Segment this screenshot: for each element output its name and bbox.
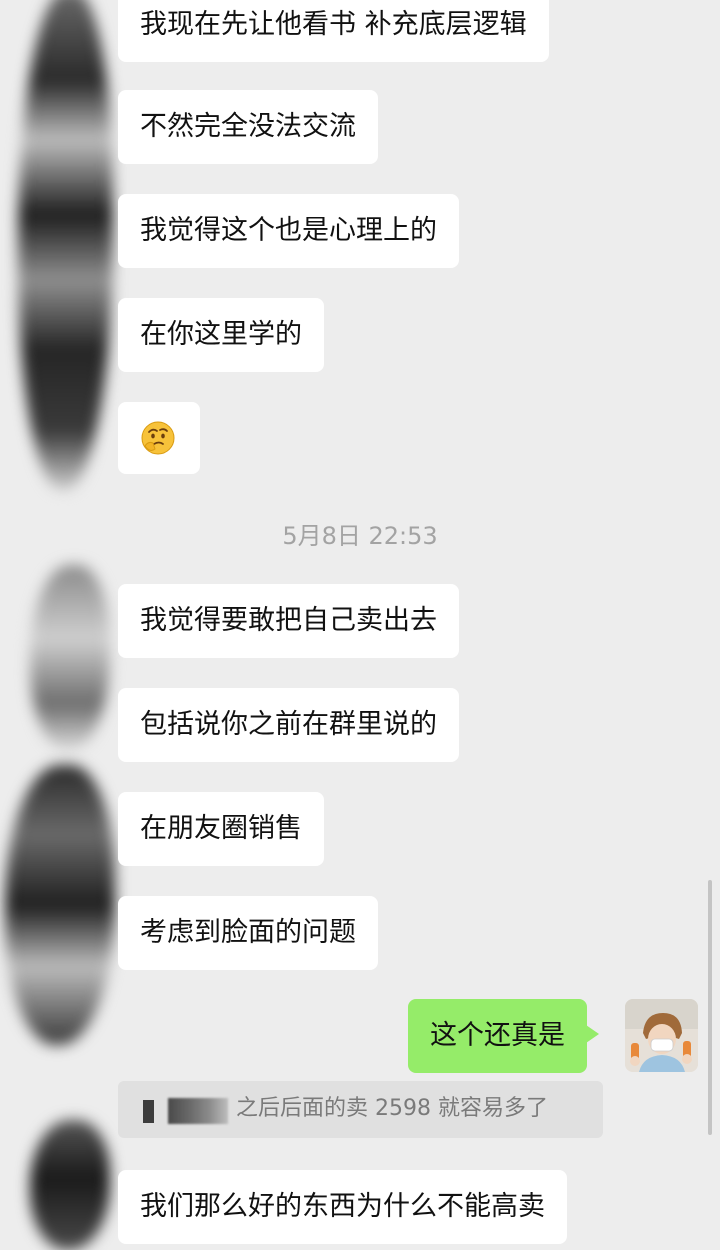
message-text: 我现在先让他看书 补充底层逻辑 — [140, 9, 527, 40]
redacted-name-mark — [143, 1100, 154, 1123]
message-bubble[interactable]: 我们那么好的东西为什么不能高卖 — [118, 1170, 567, 1244]
message-timestamp: 5月8日 22:53 — [282, 522, 438, 550]
message-bubble[interactable]: 我现在先让他看书 补充底层逻辑 — [118, 0, 549, 62]
message-text: 在朋友圈销售 — [140, 813, 302, 844]
my-avatar[interactable] — [625, 999, 698, 1072]
message-text: 我觉得要敢把自己卖出去 — [140, 605, 437, 636]
message-text: 不然完全没法交流 — [140, 111, 356, 142]
message-bubble[interactable]: 我觉得要敢把自己卖出去 — [118, 584, 459, 658]
redacted-name-mask — [168, 1098, 228, 1124]
message-bubble[interactable]: 在你这里学的 — [118, 298, 324, 372]
contact-avatar-blurred[interactable] — [5, 765, 115, 1045]
message-text: 包括说你之前在群里说的 — [140, 709, 437, 740]
message-bubble[interactable]: 我觉得这个也是心理上的 — [118, 194, 459, 268]
quoted-message[interactable]: 之后后面的卖 2598 就容易多了 — [118, 1081, 603, 1138]
message-text: 我们那么好的东西为什么不能高卖 — [140, 1191, 545, 1222]
emoji-message-bubble[interactable] — [118, 402, 200, 474]
outgoing-message-bubble[interactable]: 这个还真是 — [408, 999, 599, 1073]
thinking-face-icon — [141, 421, 175, 455]
message-text: 在你这里学的 — [140, 319, 302, 350]
quoted-message-text: 之后后面的卖 2598 就容易多了 — [236, 1096, 548, 1121]
message-text: 考虑到脸面的问题 — [140, 917, 356, 948]
contact-avatar-blurred[interactable] — [30, 1120, 110, 1250]
message-bubble[interactable]: 不然完全没法交流 — [118, 90, 378, 164]
message-text: 这个还真是 — [430, 1020, 565, 1051]
avatar-photo — [625, 999, 698, 1072]
message-text: 我觉得这个也是心理上的 — [140, 215, 437, 246]
chat-view: 我现在先让他看书 补充底层逻辑 不然完全没法交流 我觉得这个也是心理上的 在你这… — [0, 0, 720, 1250]
contact-avatar-blurred[interactable] — [30, 565, 110, 750]
message-bubble[interactable]: 在朋友圈销售 — [118, 792, 324, 866]
message-bubble[interactable]: 包括说你之前在群里说的 — [118, 688, 459, 762]
contact-avatar-blurred[interactable] — [18, 0, 113, 490]
message-bubble[interactable]: 考虑到脸面的问题 — [118, 896, 378, 970]
scrollbar-thumb[interactable] — [708, 880, 712, 1135]
